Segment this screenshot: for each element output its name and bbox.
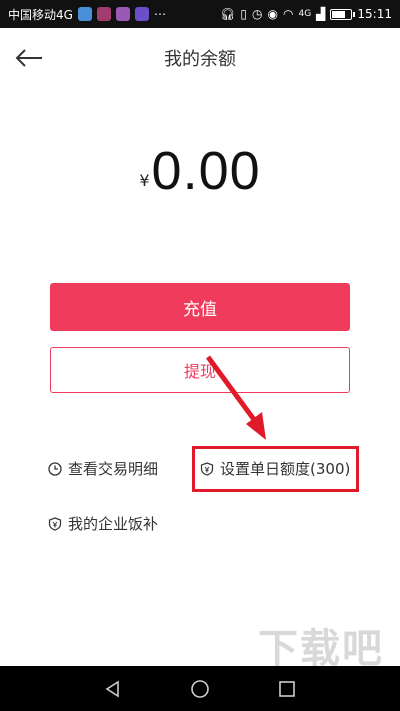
currency-symbol: ¥ [139,171,150,190]
network-type-label: 4G [298,9,312,19]
annotation-highlight-box [192,446,359,492]
eye-comfort-icon: ◉ [267,7,278,21]
nav-home-button[interactable] [186,675,214,703]
recharge-button[interactable]: 充值 [50,283,350,331]
system-nav-bar [0,666,400,711]
more-icon: ⋯ [153,7,166,21]
status-bar: 中国移动4G ⋯ 🎧︎ ▯ ◷ ◉ ◠ 4G ▟ 15:11 [0,0,400,28]
app-notification-icon [77,7,92,21]
transaction-details-link[interactable]: 查看交易明细 [48,458,158,479]
clock-icon [48,461,62,476]
circle-home-icon [191,679,209,698]
app-notification-icon [96,7,111,21]
headphones-icon: 🎧︎ [220,7,236,21]
triangle-back-icon [105,680,120,697]
nav-recents-button[interactable] [273,675,301,703]
app-notification-icon [115,7,130,21]
alarm-icon: ◷ [252,7,263,21]
vibrate-icon: ▯ [240,7,248,21]
corporate-meal-link[interactable]: 我的企业饭补 [48,513,158,534]
arrow-left-icon [15,49,42,67]
battery-icon [330,8,356,20]
nav-back-button[interactable] [99,675,127,703]
balance-amount: 0.00 [151,141,261,201]
clock-time: 15:11 [357,7,392,21]
app-notification-icon [134,7,149,21]
signal-icon: ▟ [316,7,326,21]
carrier-label: 中国移动4G [8,7,73,22]
app-header: 我的余额 [0,28,400,88]
shield-yen-icon [48,516,62,531]
page-title: 我的余额 [164,49,236,70]
withdraw-button[interactable]: 提现 [50,347,350,393]
transaction-details-label: 查看交易明细 [68,460,159,478]
watermark-logo: 下载吧 [258,626,384,672]
square-recents-icon [278,680,295,697]
wifi-icon: ◠ [282,7,294,21]
balance-display: ¥ 0.00 [0,140,400,220]
back-button[interactable] [12,42,46,74]
corporate-meal-label: 我的企业饭补 [68,515,159,533]
